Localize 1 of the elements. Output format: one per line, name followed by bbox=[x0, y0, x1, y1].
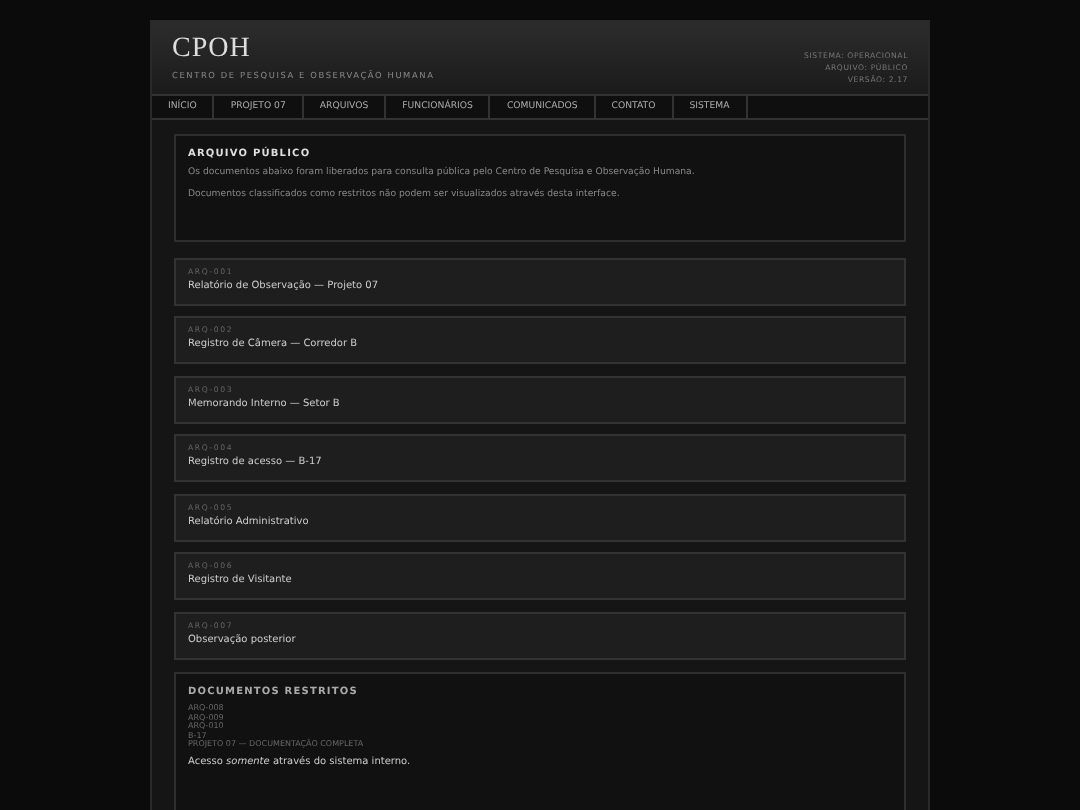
site-title: CPOH bbox=[172, 34, 253, 66]
